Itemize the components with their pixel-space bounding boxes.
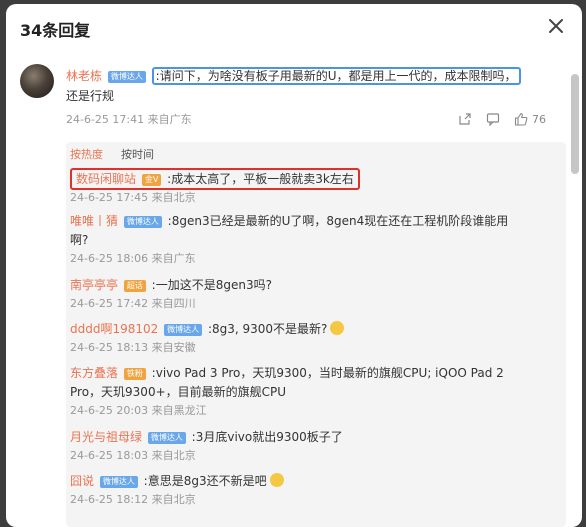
reply-meta: 24-6-25 18:12 来自北京: [70, 493, 196, 506]
tab-sort-time[interactable]: 按时间: [121, 146, 154, 162]
scrollbar[interactable]: [571, 74, 579, 174]
reply-text: :vivo Pad 3 Pro，天玑9300，当时最新的旗舰CPU; iQOO …: [151, 366, 504, 380]
post-text-highlight: :请问下，为啥没有板子用最新的U，都是用上一代的，成本限制吗，: [151, 67, 521, 85]
reply-highlight: 数码闲聊站 金V :成本太高了，平板一般就卖3k左右: [70, 168, 360, 190]
reply-meta: 24-6-25 17:42 来自四川: [70, 297, 196, 310]
post-actions: 76: [458, 112, 546, 126]
reply-username[interactable]: 月光与祖母绿: [70, 430, 142, 444]
thumb-up-icon: [514, 112, 528, 126]
reply-meta: 24-6-25 20:03 来自黑龙江: [70, 404, 207, 417]
user-badge: 微博达人: [107, 71, 146, 83]
emoji-icon: [330, 321, 345, 335]
reply-item: dddd啊198102 微博达人 :8g3, 9300不是最新? 24-6-25…: [70, 320, 554, 356]
replies-dialog: 34条回复 林老栋 微博达人 :请问下，为啥没有板子用最新的U，都是用上一代的，…: [6, 4, 582, 527]
reply-item: 数码闲聊站 金V :成本太高了，平板一般就卖3k左右 24-6-25 17:45…: [70, 168, 554, 206]
reply-text-cont: Pro，天玑9300+，目前最新的旗舰CPU: [70, 385, 287, 399]
post-meta: 24-6-25 17:41 来自广东: [66, 113, 192, 126]
user-badge: 铁粉: [123, 368, 146, 380]
user-badge: 微博达人: [123, 216, 162, 228]
reply-item: 东方叠落 铁粉 :vivo Pad 3 Pro，天玑9300，当时最新的旗舰CP…: [70, 364, 554, 419]
user-badge: 超话: [123, 280, 146, 292]
reply-item: 唯唯丨猜 微博达人 :8gen3已经是最新的U了啊，8gen4现在还在工程机阶段…: [70, 212, 554, 267]
tab-sort-hot[interactable]: 按热度: [70, 146, 103, 162]
reply-meta: 24-6-25 17:45 来自北京: [70, 191, 196, 204]
reply-text: :意思是8g3还不新是吧: [143, 474, 267, 488]
reply-username[interactable]: 唯唯丨猜: [70, 214, 118, 228]
user-badge: 微博达人: [164, 324, 203, 336]
reply-text-cont: 啊?: [70, 233, 89, 247]
comment-icon[interactable]: [486, 112, 500, 126]
reply-text: :一加这不是8gen3吗?: [151, 278, 272, 292]
emoji-icon: [269, 473, 284, 487]
reply-username[interactable]: 东方叠落: [70, 366, 118, 380]
share-icon[interactable]: [458, 112, 472, 126]
reply-item: 南亭亭亭 超话 :一加这不是8gen3吗? 24-6-25 17:42 来自四川: [70, 276, 554, 312]
reply-text: :8gen3已经是最新的U了啊，8gen4现在还在工程机阶段谁能用: [167, 214, 509, 228]
user-badge: 微博达人: [99, 476, 138, 488]
user-badge: 金V: [141, 174, 162, 186]
avatar[interactable]: [20, 64, 54, 98]
user-badge: 微博达人: [147, 432, 186, 444]
like-count: 76: [532, 112, 546, 126]
reply-username[interactable]: 数码闲聊站: [76, 172, 136, 186]
replies-panel: 按热度 按时间 数码闲聊站 金V :成本太高了，平板一般就卖3k左右 24-6-…: [66, 142, 566, 527]
post-username[interactable]: 林老栋: [66, 69, 102, 83]
reply-meta: 24-6-25 18:03 来自北京: [70, 449, 196, 462]
close-icon[interactable]: [546, 16, 566, 36]
reply-meta: 24-6-25 18:13 来自安徽: [70, 341, 196, 354]
dialog-title: 34条回复: [20, 21, 91, 40]
reply-item: 月光与祖母绿 微博达人 :3月底vivo就出9300板子了 24-6-25 18…: [70, 428, 554, 464]
reply-text: :3月底vivo就出9300板子了: [191, 430, 343, 444]
reply-meta: 24-6-25 18:06 来自广东: [70, 252, 196, 265]
like-button[interactable]: 76: [514, 112, 546, 126]
post-text-rest: 还是行规: [66, 89, 115, 103]
reply-username[interactable]: 南亭亭亭: [70, 278, 118, 292]
post-body: 林老栋 微博达人 :请问下，为啥没有板子用最新的U，都是用上一代的，成本限制吗，…: [66, 66, 548, 106]
dialog-header: 34条回复: [6, 4, 582, 50]
reply-text: :8g3, 9300不是最新?: [207, 322, 328, 336]
reply-item: 囧说 微博达人 :意思是8g3还不新是吧 24-6-25 18:12 来自北京: [70, 472, 554, 508]
reply-username[interactable]: 囧说: [70, 474, 94, 488]
reply-text: :成本太高了，平板一般就卖3k左右: [167, 172, 354, 186]
reply-username[interactable]: dddd啊198102: [70, 322, 158, 336]
sort-tabs: 按热度 按时间: [70, 146, 154, 162]
